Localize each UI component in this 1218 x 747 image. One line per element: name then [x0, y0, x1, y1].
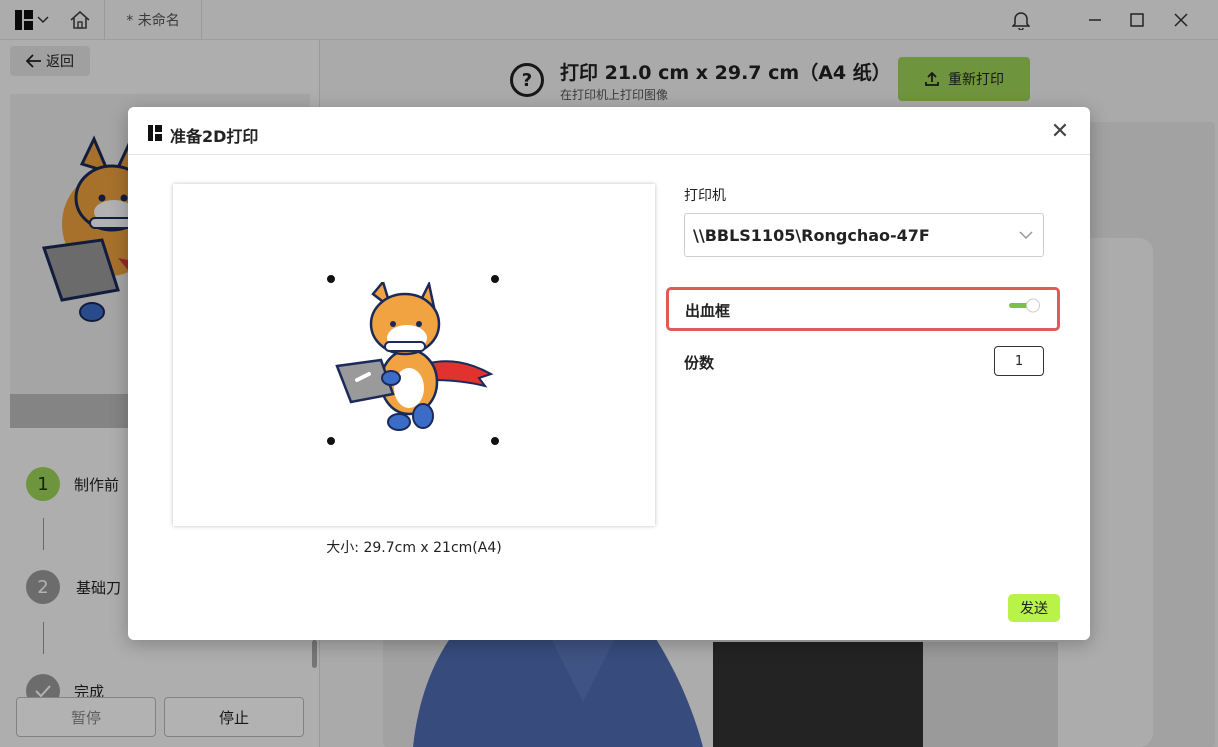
paper-size-label: 大小: 29.7cm x 21cm(A4) — [326, 540, 502, 556]
print-dialog: 准备2D打印 ✕ 大小: 29.7cm x 21cm(A4) 打印机 \\BBL… — [128, 107, 1090, 640]
printer-select[interactable]: \\BBLS1105\Rongchao-47F — [684, 213, 1044, 257]
dialog-logo-icon — [148, 125, 162, 141]
dialog-close-icon[interactable]: ✕ — [1050, 121, 1070, 143]
print-preview-paper — [173, 184, 655, 526]
dialog-header — [128, 107, 1090, 155]
registration-mark — [327, 437, 335, 445]
shiba-dog-print-image — [335, 282, 494, 431]
dialog-title: 准备2D打印 — [170, 127, 259, 146]
copies-label: 份数 — [684, 354, 715, 372]
printer-label: 打印机 — [684, 188, 726, 204]
bleed-row: 出血框 — [666, 287, 1060, 331]
send-button[interactable]: 发送 — [1008, 594, 1060, 622]
printer-value: \\BBLS1105\Rongchao-47F — [693, 225, 930, 245]
bleed-label: 出血框 — [685, 302, 731, 320]
registration-mark — [491, 437, 499, 445]
chevron-down-icon — [1019, 231, 1033, 239]
copies-input[interactable]: 1 — [994, 346, 1044, 376]
bleed-toggle[interactable] — [1009, 298, 1040, 314]
